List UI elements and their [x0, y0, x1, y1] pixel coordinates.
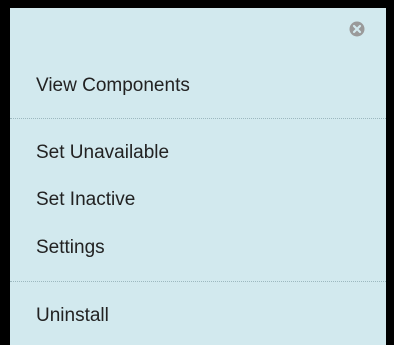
menu-item-view-components[interactable]: View Components [36, 75, 190, 97]
menu-divider [10, 281, 386, 282]
menu-item-settings[interactable]: Settings [36, 237, 105, 259]
menu-item-set-inactive[interactable]: Set Inactive [36, 189, 135, 211]
close-icon[interactable] [349, 21, 365, 37]
menu-item-set-unavailable[interactable]: Set Unavailable [36, 142, 169, 164]
window-border-top [0, 0, 394, 8]
window-border-right [386, 0, 394, 345]
menu-divider [10, 118, 386, 119]
context-menu-frame: View Components Set Unavailable Set Inac… [0, 0, 394, 345]
window-border-left [0, 0, 10, 345]
menu-item-uninstall[interactable]: Uninstall [36, 305, 109, 327]
context-menu [10, 8, 386, 345]
